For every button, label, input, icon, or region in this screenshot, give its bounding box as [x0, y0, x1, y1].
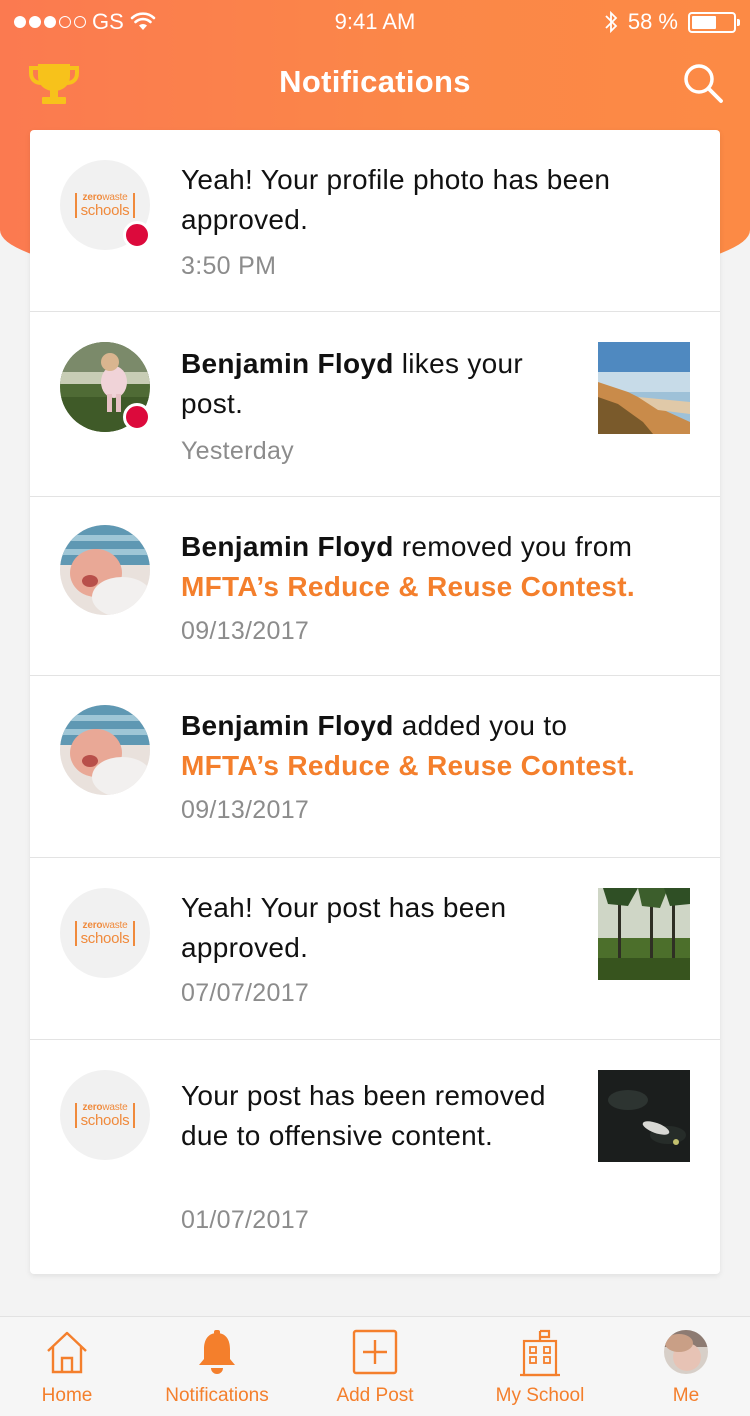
notification-time: Yesterday [181, 437, 294, 465]
notification-item[interactable]: Benjamin Floyd added you to MFTA’s Reduc… [30, 676, 720, 858]
zerowaste-logo-avatar: zerowaste schools [60, 1070, 150, 1160]
home-icon [47, 1331, 87, 1374]
battery-area: 58 % [604, 9, 740, 35]
action-text: added you to [401, 710, 568, 741]
search-icon[interactable] [682, 62, 724, 104]
actor-name[interactable]: Benjamin Floyd [181, 710, 394, 741]
dark-water-photo-image [598, 1070, 690, 1162]
page-title: Notifications [279, 64, 471, 99]
unread-indicator [123, 221, 151, 249]
notification-text: Your post has been removed due to offens… [181, 1080, 546, 1151]
bluetooth-icon [605, 10, 618, 34]
notification-text: Yeah! Your post has been approved. [181, 892, 507, 963]
user-avatar-icon [664, 1330, 708, 1374]
tab-my-school[interactable]: My School [485, 1317, 595, 1416]
notification-text: Yeah! Your profile photo has been approv… [181, 164, 611, 235]
post-thumbnail[interactable] [598, 1070, 690, 1162]
battery-percentage: 58 % [627, 9, 678, 34]
notification-time: 01/07/2017 [181, 1206, 310, 1234]
baby-photo-image [60, 525, 150, 615]
actor-name[interactable]: Benjamin Floyd [181, 348, 394, 379]
unread-indicator [123, 403, 151, 431]
notification-item[interactable]: Benjamin Floyd removed you from MFTA’s R… [30, 497, 720, 676]
notification-time: 3:50 PM [181, 252, 277, 280]
user-avatar[interactable] [60, 705, 150, 795]
baby-photo-image [60, 705, 150, 795]
status-bar: GS 9:41 AM 58 % [0, 0, 750, 42]
tab-me[interactable]: Me [650, 1317, 722, 1416]
notification-text: Benjamin Floyd removed you from MFTA’s R… [181, 527, 701, 607]
post-thumbnail[interactable] [598, 888, 690, 980]
tab-home[interactable]: Home [22, 1317, 112, 1416]
tab-label: Notifications [165, 1385, 269, 1406]
notification-time: 09/13/2017 [181, 617, 310, 645]
notification-item[interactable]: zerowaste schools Yeah! Your post has be… [30, 858, 720, 1040]
post-thumbnail[interactable] [598, 342, 690, 434]
actor-name[interactable]: Benjamin Floyd [181, 531, 394, 562]
notifications-list: zerowaste schools Yeah! Your profile pho… [30, 130, 720, 1274]
tab-bar: Home Notifications Add Post My School Me [0, 1316, 750, 1416]
user-avatar[interactable] [60, 525, 150, 615]
bell-icon [199, 1330, 235, 1374]
tab-notifications[interactable]: Notifications [152, 1317, 282, 1416]
notification-item[interactable]: Benjamin Floyd likes your post. Yesterda… [30, 312, 720, 497]
tab-add-post[interactable]: Add Post [325, 1317, 425, 1416]
add-post-icon [352, 1329, 398, 1375]
school-icon [520, 1329, 560, 1377]
notification-time: 07/07/2017 [181, 979, 310, 1007]
forest-photo-image [598, 888, 690, 980]
notification-item[interactable]: zerowaste schools Your post has been rem… [30, 1040, 720, 1273]
zerowaste-logo-avatar: zerowaste schools [60, 888, 150, 978]
notification-text: Benjamin Floyd added you to MFTA’s Reduc… [181, 706, 701, 786]
notification-item[interactable]: zerowaste schools Yeah! Your profile pho… [30, 130, 720, 312]
notification-text: Benjamin Floyd likes your post. [181, 344, 591, 424]
beach-photo-image [598, 342, 690, 434]
zerowaste-schools-logo: zerowaste schools [60, 1070, 150, 1160]
tab-label: Add Post [336, 1385, 414, 1406]
tab-label: My School [495, 1385, 585, 1406]
notification-time: 09/13/2017 [181, 796, 310, 824]
zerowaste-schools-logo: zerowaste schools [60, 888, 150, 978]
tab-label: Home [41, 1385, 93, 1406]
contest-link[interactable]: MFTA’s Reduce & Reuse Contest. [181, 567, 701, 607]
tab-label: Me [672, 1385, 700, 1406]
contest-link[interactable]: MFTA’s Reduce & Reuse Contest. [181, 746, 701, 786]
action-text: removed you from [401, 531, 633, 562]
battery-icon [688, 11, 740, 33]
navigation-bar: Notifications [0, 50, 750, 114]
